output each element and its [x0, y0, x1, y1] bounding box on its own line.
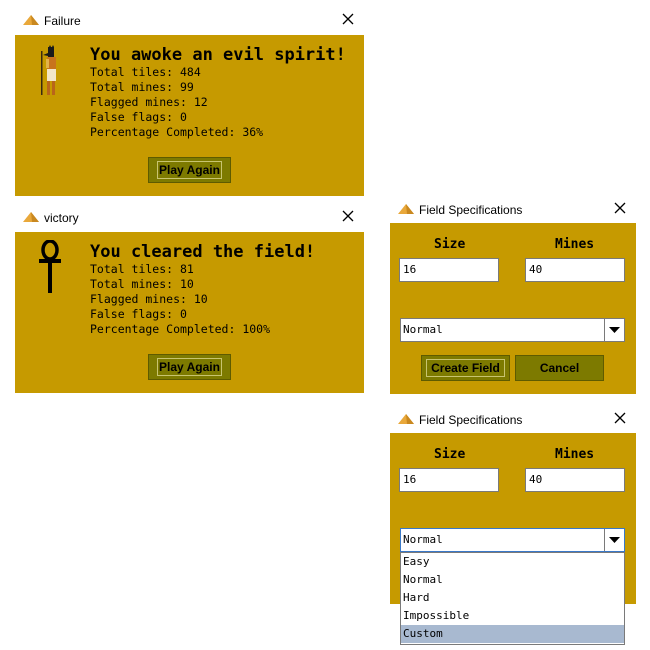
chevron-down-icon	[609, 327, 620, 333]
victory-stat-total-mines: Total mines: 10	[90, 277, 194, 291]
size-input[interactable]: 16	[399, 258, 499, 282]
option-normal[interactable]: Normal	[401, 571, 624, 589]
failure-stat-flagged-mines: Flagged mines: 12	[90, 95, 208, 109]
create-field-button[interactable]: Create Field	[421, 355, 510, 381]
size-label: Size	[434, 447, 466, 462]
victory-stat-false-flags: False flags: 0	[90, 307, 187, 321]
victory-titlebar[interactable]: victory	[15, 201, 364, 235]
mines-input[interactable]: 40	[525, 258, 625, 282]
pyramid-icon	[23, 15, 39, 25]
option-impossible[interactable]: Impossible	[401, 607, 624, 625]
victory-stat-percentage: Percentage Completed: 100%	[90, 322, 271, 336]
dropdown-button[interactable]	[604, 529, 624, 551]
failure-stat-total-mines: Total mines: 99	[90, 80, 194, 94]
difficulty-dropdown-list: Easy Normal Hard Impossible Custom	[400, 552, 625, 645]
anubis-icon	[41, 45, 56, 95]
close-icon[interactable]	[613, 411, 627, 425]
option-custom[interactable]: Custom	[401, 625, 624, 643]
failure-stat-percentage: Percentage Completed: 36%	[90, 125, 264, 139]
play-again-label: Play Again	[157, 161, 222, 179]
size-label: Size	[434, 237, 466, 252]
difficulty-select[interactable]: Normal	[400, 318, 625, 342]
victory-headline: You cleared the field!	[90, 242, 316, 262]
mines-label: Mines	[555, 237, 595, 252]
mines-input[interactable]: 40	[525, 468, 625, 492]
pyramid-icon	[398, 204, 414, 214]
dialog-title: Failure	[44, 14, 81, 28]
option-easy[interactable]: Easy	[401, 553, 624, 571]
size-input[interactable]: 16	[399, 468, 499, 492]
dialog-title: victory	[44, 211, 79, 225]
dropdown-button[interactable]	[604, 319, 624, 341]
field-spec-dialog: Field Specifications Size Mines 16 40 No…	[390, 193, 636, 394]
chevron-down-icon	[609, 537, 620, 543]
pyramid-icon	[23, 212, 39, 222]
failure-panel: You awoke an evil spirit! Total tiles: 4…	[15, 35, 364, 196]
cancel-label: Cancel	[539, 361, 580, 375]
field-spec-titlebar[interactable]: Field Specifications	[390, 403, 636, 437]
failure-stat-total-tiles: Total tiles: 484	[90, 65, 201, 79]
close-icon[interactable]	[613, 201, 627, 215]
close-icon[interactable]	[341, 209, 355, 223]
difficulty-select[interactable]: Normal	[400, 528, 625, 552]
failure-titlebar[interactable]: Failure	[15, 4, 364, 38]
victory-panel: You cleared the field! Total tiles: 81 T…	[15, 232, 364, 393]
cancel-button[interactable]: Cancel	[515, 355, 604, 381]
create-field-label: Create Field	[426, 359, 505, 377]
victory-dialog: victory You cleared the field! Total til…	[15, 201, 364, 393]
dialog-title: Field Specifications	[419, 413, 523, 427]
field-spec-titlebar[interactable]: Field Specifications	[390, 193, 636, 227]
failure-dialog: Failure You awoke an evil spirit! Total …	[15, 4, 364, 196]
difficulty-value: Normal	[403, 533, 443, 546]
option-hard[interactable]: Hard	[401, 589, 624, 607]
field-spec-panel: Size Mines 16 40 Normal Create Field Can…	[390, 223, 636, 394]
play-again-label: Play Again	[157, 358, 222, 376]
play-again-button[interactable]: Play Again	[148, 354, 231, 380]
victory-stat-flagged-mines: Flagged mines: 10	[90, 292, 208, 306]
difficulty-value: Normal	[403, 323, 443, 336]
pyramid-icon	[398, 414, 414, 424]
close-icon[interactable]	[341, 12, 355, 26]
dialog-title: Field Specifications	[419, 203, 523, 217]
mines-label: Mines	[555, 447, 595, 462]
ankh-icon	[39, 240, 61, 293]
failure-stat-false-flags: False flags: 0	[90, 110, 187, 124]
play-again-button[interactable]: Play Again	[148, 157, 231, 183]
failure-headline: You awoke an evil spirit!	[90, 45, 346, 65]
victory-stat-total-tiles: Total tiles: 81	[90, 262, 194, 276]
